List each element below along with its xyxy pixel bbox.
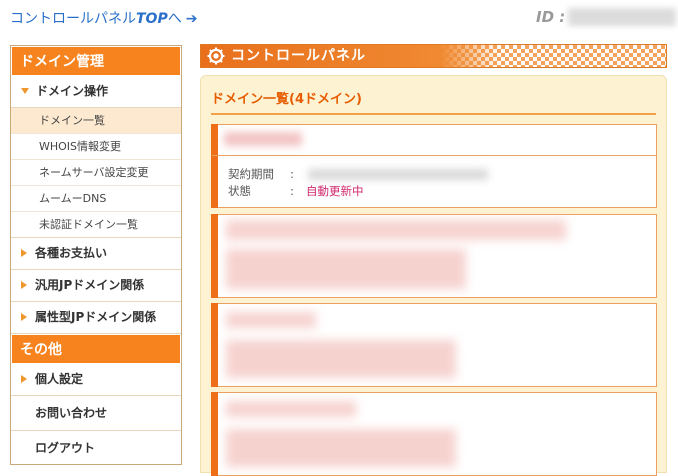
sidebar-subitem-muumuu-dns[interactable]: ムームーDNS bbox=[11, 186, 181, 212]
user-id-area: ID : bbox=[536, 8, 676, 28]
card-accent bbox=[211, 392, 218, 476]
sidebar-item-attribute-jp[interactable]: 属性型JPドメイン関係 bbox=[11, 302, 181, 334]
top-link-strong: TOP bbox=[136, 11, 168, 27]
id-label: ID : bbox=[536, 8, 566, 26]
redacted-content bbox=[226, 429, 456, 467]
card-accent bbox=[211, 303, 218, 387]
colon: : bbox=[290, 184, 294, 198]
control-panel-header-bar: コントロールパネル bbox=[200, 44, 667, 68]
id-value-redacted bbox=[568, 8, 676, 26]
sidebar-item-label: 属性型JPドメイン関係 bbox=[35, 310, 157, 324]
sidebar-item-personal-settings[interactable]: 個人設定 bbox=[11, 364, 181, 396]
domain-name-row[interactable] bbox=[212, 125, 656, 156]
sidebar-item-general-jp[interactable]: 汎用JPドメイン関係 bbox=[11, 270, 181, 302]
triangle-right-icon bbox=[21, 374, 27, 383]
redacted-content bbox=[226, 220, 566, 240]
top-link-suffix: へ bbox=[167, 11, 182, 27]
page-title: コントロールパネル bbox=[231, 48, 366, 64]
control-panel-top-link[interactable]: コントロールパネルTOPへ ➔ bbox=[10, 8, 197, 28]
redacted-content bbox=[226, 401, 356, 417]
sidebar-item-label: 個人設定 bbox=[35, 372, 84, 386]
domain-card-redacted bbox=[211, 303, 657, 387]
title-divider bbox=[211, 113, 656, 115]
redacted-content bbox=[226, 340, 456, 378]
sidebar-subitem-whois[interactable]: WHOIS情報変更 bbox=[11, 134, 181, 160]
domain-operations-submenu: ドメイン一覧 WHOIS情報変更 ネームサーバ設定変更 ムームーDNS 未認証ド… bbox=[11, 108, 181, 238]
domain-card-redacted bbox=[211, 392, 657, 476]
sidebar-item-label: ドメイン操作 bbox=[36, 84, 109, 98]
domain-management-header: ドメイン管理 bbox=[11, 46, 181, 76]
domain-card-redacted bbox=[211, 214, 657, 298]
arrow-right-icon: ➔ bbox=[185, 11, 198, 27]
domain-card: 契約期間: 状態: 自動更新中 bbox=[211, 124, 657, 208]
card-accent bbox=[211, 214, 218, 298]
contract-period-redacted bbox=[308, 169, 488, 180]
gear-icon bbox=[207, 47, 225, 65]
sidebar-subitem-domain-list[interactable]: ドメイン一覧 bbox=[11, 108, 181, 134]
top-link-prefix: コントロールパネル bbox=[10, 11, 136, 27]
triangle-right-icon bbox=[21, 312, 27, 321]
sidebar-item-label: 各種お支払い bbox=[35, 246, 108, 260]
sidebar-item-payments[interactable]: 各種お支払い bbox=[11, 238, 181, 270]
redacted-content bbox=[226, 312, 316, 328]
contract-period-row: 契約期間: bbox=[228, 166, 656, 183]
status-value: 自動更新中 bbox=[306, 184, 364, 198]
sidebar-item-contact[interactable]: お問い合わせ bbox=[11, 396, 181, 431]
sidebar-item-logout[interactable]: ログアウト bbox=[11, 431, 181, 464]
sidebar: ドメイン管理 ドメイン操作 ドメイン一覧 WHOIS情報変更 ネームサーバ設定変… bbox=[10, 45, 182, 465]
status-row: 状態: 自動更新中 bbox=[228, 183, 656, 200]
sidebar-item-label: 汎用JPドメイン関係 bbox=[35, 278, 145, 292]
triangle-right-icon bbox=[21, 248, 27, 257]
sidebar-subitem-nameserver[interactable]: ネームサーバ設定変更 bbox=[11, 160, 181, 186]
domain-name-redacted bbox=[224, 132, 302, 146]
redacted-content bbox=[226, 249, 466, 289]
triangle-down-icon bbox=[21, 87, 29, 94]
other-header: その他 bbox=[11, 334, 181, 364]
triangle-right-icon bbox=[21, 280, 27, 289]
sidebar-item-domain-operations[interactable]: ドメイン操作 bbox=[11, 76, 181, 108]
sidebar-subitem-unverified[interactable]: 未認証ドメイン一覧 bbox=[11, 212, 181, 237]
domain-list-title: ドメイン一覧(4ドメイン) bbox=[211, 92, 362, 107]
contract-period-label: 契約期間 bbox=[228, 167, 274, 181]
domain-info: 契約期間: 状態: 自動更新中 bbox=[212, 156, 656, 200]
status-label: 状態 bbox=[228, 184, 251, 198]
colon: : bbox=[290, 167, 294, 181]
domain-list-panel: ドメイン一覧(4ドメイン) 契約期間: 状態: 自動更新中 bbox=[200, 75, 667, 476]
